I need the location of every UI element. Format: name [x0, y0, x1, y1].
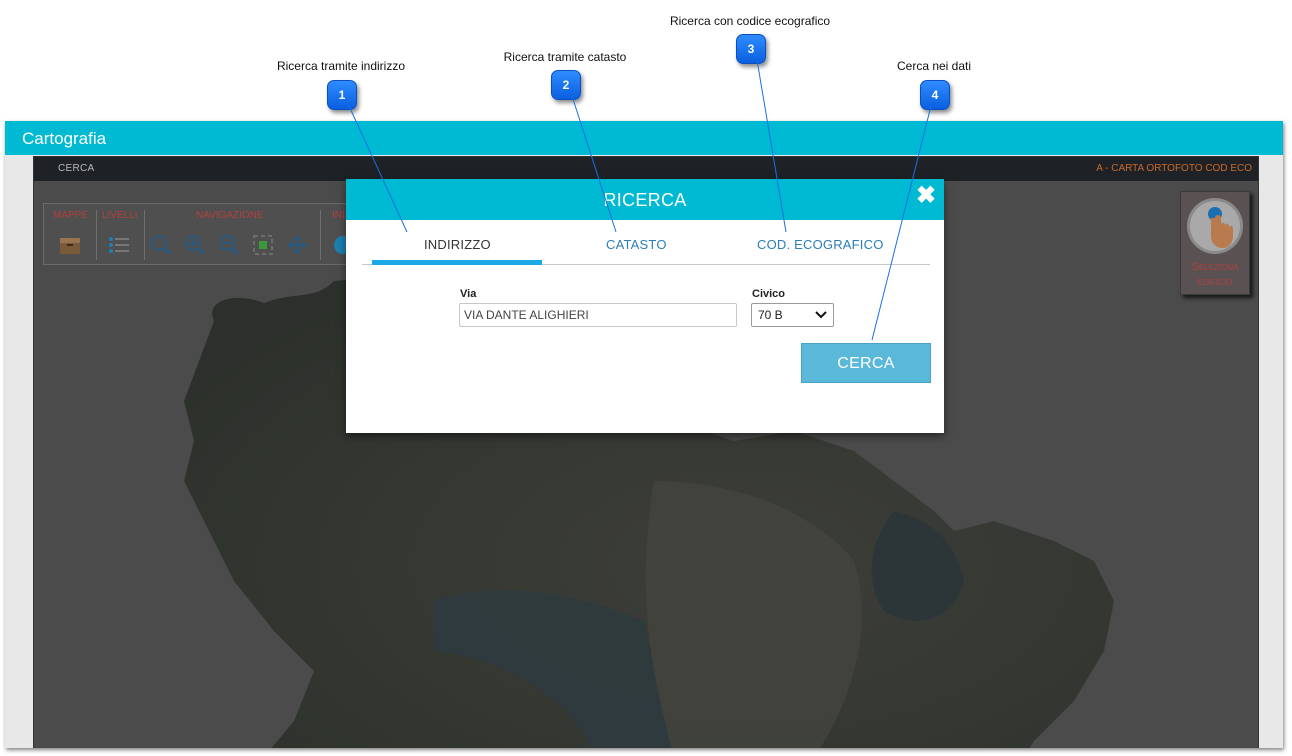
callout-badge-3: 3 [736, 34, 766, 64]
civico-selected-value: 70 B [758, 308, 783, 322]
callout-badge-1: 1 [327, 80, 357, 110]
dialog-title: RICERCA [603, 190, 687, 210]
close-icon[interactable]: ✖ [914, 184, 938, 208]
callout-label-4: Cerca nei dati [896, 59, 972, 73]
callout-label-1: Ricerca tramite indirizzo [276, 59, 406, 73]
tab-cod-ecografico[interactable]: COD. ECOGRAFICO [757, 237, 884, 252]
dialog-header: RICERCA ✖ [346, 179, 944, 220]
current-map-name: A - CARTA ORTOFOTO COD ECO [1096, 163, 1252, 174]
via-input[interactable]: VIA DANTE ALIGHIERI [459, 303, 737, 327]
chevron-down-icon [815, 311, 827, 319]
search-menu-link[interactable]: CERCA [58, 163, 95, 174]
window-title: Cartografia [5, 121, 1283, 155]
callout-badge-4: 4 [920, 80, 950, 110]
tab-indirizzo[interactable]: INDIRIZZO [424, 237, 491, 252]
search-button[interactable]: CERCA [801, 343, 931, 383]
callout-badge-2: 2 [551, 70, 581, 100]
callout-label-3: Ricerca con codice ecografico [669, 14, 831, 28]
active-tab-indicator [372, 260, 542, 265]
via-label: Via [460, 288, 477, 300]
tab-catasto[interactable]: CATASTO [606, 237, 667, 252]
search-tabs: INDIRIZZO CATASTO COD. ECOGRAFICO [362, 231, 930, 265]
top-bar: CERCA A - CARTA ORTOFOTO COD ECO [34, 157, 1258, 181]
callout-label-2: Ricerca tramite catasto [503, 50, 627, 64]
civico-select[interactable]: 70 B [751, 303, 834, 327]
search-dialog: RICERCA ✖ INDIRIZZO CATASTO COD. ECOGRAF… [346, 179, 944, 433]
civico-label: Civico [752, 288, 786, 300]
